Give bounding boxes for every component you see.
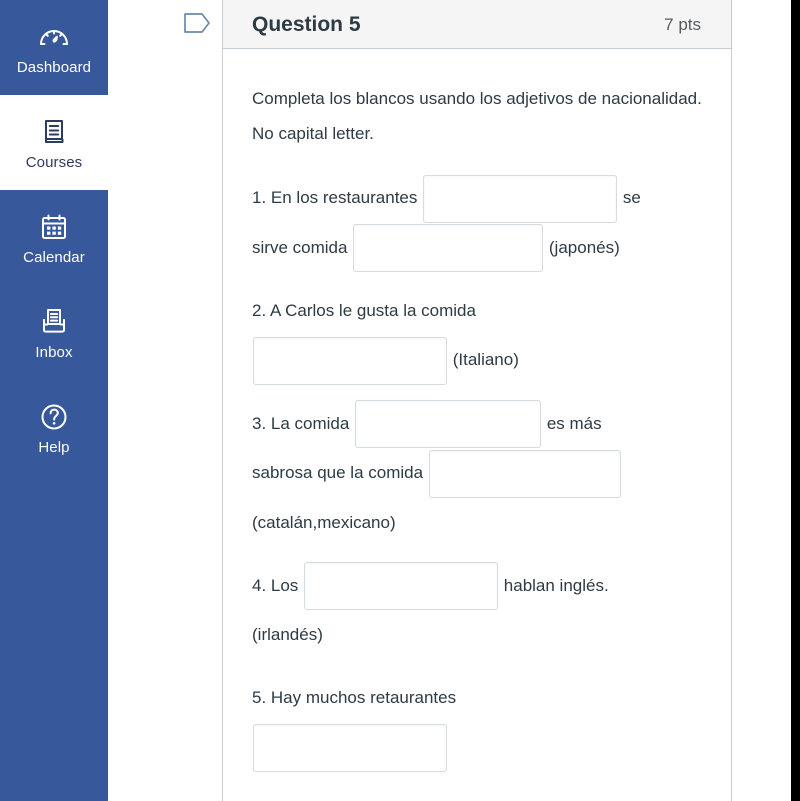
sidebar-item-dashboard[interactable]: Dashboard <box>0 0 108 95</box>
question-item-3: 3. La comida es más sabrosa que la comid… <box>252 399 702 547</box>
dashboard-gauge-icon <box>37 20 71 54</box>
calendar-icon <box>37 210 71 244</box>
item-3-text-b: es más <box>546 413 602 433</box>
flag-bookmark-icon[interactable] <box>183 11 211 35</box>
item-1-text-a: 1. En los restaurantes <box>252 188 418 207</box>
question-header: Question 5 7 pts <box>223 0 731 49</box>
item-3-text-d: (catalán,mexicano) <box>252 512 396 532</box>
question-item-4: 4. Los hablan inglés. (irlandés) <box>252 561 702 660</box>
right-edge-gutter <box>791 0 800 801</box>
inbox-tray-icon <box>37 305 71 339</box>
answer-blank-3[interactable] <box>253 336 447 385</box>
item-1-text-b: se <box>622 188 641 207</box>
sidebar-item-label: Inbox <box>35 344 73 361</box>
question-item-1: 1. En los restaurantes se sirve comida (… <box>252 173 702 273</box>
item-2-text-b: (Italiano) <box>452 350 519 370</box>
question-card: Question 5 7 pts Completa los blancos us… <box>222 0 732 801</box>
answer-blank-2[interactable] <box>353 224 544 273</box>
item-3-text-a: 3. La comida <box>252 413 350 433</box>
question-points: 7 pts <box>664 14 701 34</box>
answer-blank-7[interactable] <box>253 723 447 772</box>
answer-blank-1[interactable] <box>423 174 618 223</box>
canvas-quiz-screen: Dashboard Courses Calendar Inbox Help Qu… <box>0 0 800 801</box>
item-3-text-c: sabrosa que la comida <box>252 463 424 483</box>
item-2-text-a: 2. A Carlos le gusta la comida <box>252 301 476 321</box>
item-5-text-a: 5. Hay muchos retaurantes <box>252 688 457 708</box>
sidebar-item-calendar[interactable]: Calendar <box>0 190 108 285</box>
help-question-icon <box>37 400 71 434</box>
sidebar-item-label: Help <box>38 439 70 456</box>
sidebar-item-label: Dashboard <box>16 59 92 76</box>
question-item-2: 2. A Carlos le gusta la comida (Italiano… <box>252 286 702 385</box>
sidebar-item-courses[interactable]: Courses <box>0 95 108 190</box>
question-item-5: 5. Hay muchos retaurantes <box>252 673 702 772</box>
courses-book-icon <box>37 115 71 149</box>
answer-blank-6[interactable] <box>304 562 499 611</box>
answer-blank-4[interactable] <box>355 400 542 449</box>
question-body: Completa los blancos usando los adjetivo… <box>223 49 731 772</box>
item-1-text-c: sirve comida <box>252 237 348 257</box>
item-4-text-c: (irlandés) <box>252 625 323 645</box>
question-prompt: Completa los blancos usando los adjetivo… <box>252 89 702 143</box>
sidebar-spacer <box>0 475 108 801</box>
sidebar-item-help[interactable]: Help <box>0 380 108 475</box>
answer-blank-5[interactable] <box>428 449 621 498</box>
item-4-text-b: hablan inglés. <box>503 575 609 595</box>
global-navigation-sidebar: Dashboard Courses Calendar Inbox Help <box>0 0 108 801</box>
page-title: Question 5 <box>252 12 361 36</box>
sidebar-item-inbox[interactable]: Inbox <box>0 285 108 380</box>
item-4-text-a: 4. Los <box>252 575 299 595</box>
item-1-text-d: (japonés) <box>548 237 620 257</box>
sidebar-item-label: Calendar <box>23 249 85 266</box>
sidebar-item-label: Courses <box>25 154 83 171</box>
